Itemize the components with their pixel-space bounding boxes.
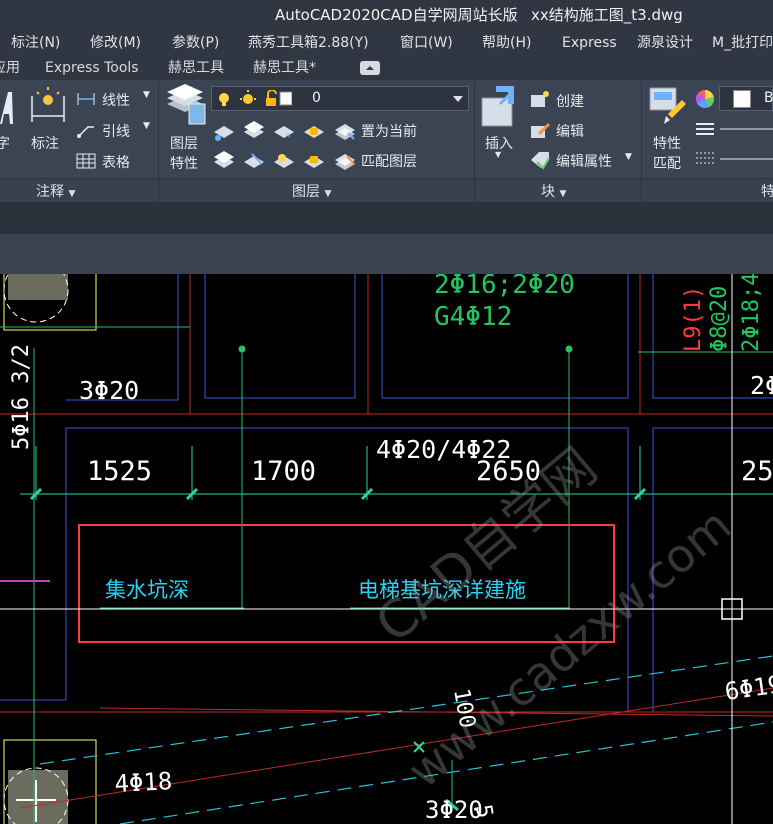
tab-hesi-tools-2[interactable]: 赫思工具* (253, 56, 316, 80)
layer-panel-title[interactable]: 图层 ▼ (292, 181, 331, 201)
linear-dimension-button[interactable]: 线性 (102, 90, 130, 110)
rebar-text: 4Φ18 (114, 767, 173, 798)
table-icon (76, 153, 96, 169)
edit-attributes-button[interactable]: 编辑属性 (556, 151, 612, 171)
dashed-line (39, 655, 773, 765)
linear-dimension-icon (77, 93, 95, 105)
properties-panel-title[interactable]: 特 (761, 181, 773, 201)
ribbon-footer (0, 178, 773, 203)
rebar-text-vertical: 5Φ16 3/2 (9, 344, 34, 450)
tab-apps[interactable]: 应用 (0, 56, 20, 80)
menu-dimension[interactable]: 标注(N) (11, 30, 60, 56)
file-title: xx结构施工图_t3.dwg (531, 6, 683, 24)
menu-help[interactable]: 帮助(H) (482, 30, 531, 56)
set-current-icon (335, 124, 355, 140)
pit-depth-text: 集水坑深 (105, 578, 189, 602)
edit-attributes-icon (531, 152, 550, 170)
title-bar: AutoCAD2020CAD自学网周站长版 xx结构施工图_t3.dwg (0, 0, 773, 30)
ribbon-tab-bar: 应用 Express Tools 赫思工具 赫思工具* (0, 56, 773, 81)
color-wheel-icon[interactable] (694, 88, 716, 110)
layer-properties-label-1[interactable]: 图层 (170, 133, 198, 153)
table-button[interactable]: 表格 (102, 152, 130, 172)
set-current-button[interactable]: 置为当前 (361, 121, 417, 141)
rebar-text: 2Φ18;4 (739, 274, 764, 352)
dimension-text: 252 (741, 456, 773, 487)
tab-express-tools[interactable]: Express Tools (45, 56, 139, 80)
dimension-label[interactable]: 标注 (31, 133, 59, 153)
color-swatch (733, 90, 751, 108)
dimension-text: 1525 (87, 456, 152, 487)
layer-properties-icon[interactable] (165, 84, 207, 128)
app-title: AutoCAD2020CAD自学网周站长版 (275, 6, 518, 24)
tab-toggle-icon[interactable] (360, 61, 380, 75)
rebar-text: G4Φ12 (434, 302, 512, 332)
rebar-text: 3Φ20 (79, 376, 139, 405)
match-layer-icon (335, 154, 355, 170)
panel-separator (474, 82, 475, 202)
linetype-lineweight-icons[interactable] (694, 120, 773, 170)
edit-block-button[interactable]: 编辑 (556, 121, 584, 141)
menu-batch-plot[interactable]: M_批打印 (712, 30, 773, 56)
block-panel-title[interactable]: 块 ▼ (541, 181, 566, 201)
rebar-text: 2Φ (750, 371, 773, 400)
linear-dropdown-icon[interactable]: ▼ (143, 90, 150, 100)
menu-parametric[interactable]: 参数(P) (172, 30, 219, 56)
match-layer-button[interactable]: 匹配图层 (361, 151, 417, 171)
color-combo[interactable]: B (719, 86, 773, 111)
panel-separator (641, 82, 642, 202)
leader-dropdown-icon[interactable]: ▼ (143, 121, 150, 131)
rebar-text: 2Φ16;2Φ20 (434, 274, 575, 300)
drawing-canvas[interactable]: 2Φ16;2Φ20 G4Φ12 L9(1) Φ8@20 2Φ18;4 5Φ16 … (0, 274, 773, 824)
menu-yanxiu[interactable]: 燕秀工具箱2.88(Y) (248, 30, 369, 56)
create-block-icon (531, 91, 549, 107)
column-fill (8, 274, 68, 300)
stirrup-text: Φ8@20 (707, 286, 732, 352)
match-properties-label-2[interactable]: 匹配 (653, 153, 681, 173)
text-tool-icon[interactable] (0, 88, 14, 126)
tab-hesi-tools[interactable]: 赫思工具 (168, 56, 224, 80)
layer-tool-icons[interactable]: * (212, 118, 330, 178)
edit-attributes-dropdown-icon[interactable]: ▼ (625, 152, 632, 162)
match-properties-label-1[interactable]: 特性 (653, 133, 681, 153)
menu-yuanquan[interactable]: 源泉设计 (637, 30, 693, 56)
color-value: B (764, 90, 773, 106)
drawing-svg: 2Φ16;2Φ20 G4Φ12 L9(1) Φ8@20 2Φ18;4 5Φ16 … (0, 274, 773, 824)
edit-block-icon (531, 122, 551, 138)
annotation-panel-title[interactable]: 注释 ▼ (36, 181, 75, 201)
svg-text:*: * (286, 132, 291, 143)
insert-block-icon[interactable] (480, 84, 522, 130)
text-tool-label[interactable]: 字 (0, 133, 10, 153)
panel-separator (158, 82, 159, 202)
leader-dot (565, 345, 573, 353)
layer-state-icons (219, 90, 292, 106)
layer-combo[interactable]: 0 (211, 86, 469, 111)
layer-combo-arrow-icon[interactable] (453, 96, 463, 102)
dimension-icon[interactable] (28, 86, 68, 126)
beam-outline (204, 274, 356, 399)
file-tabs-bar (0, 234, 773, 274)
current-layer-name: 0 (312, 90, 321, 106)
leader-button[interactable]: 引线 (102, 121, 130, 141)
beam-label: L9(1) (681, 286, 706, 352)
menu-express[interactable]: Express (562, 30, 617, 56)
menu-modify[interactable]: 修改(M) (90, 30, 141, 56)
insert-dropdown-icon[interactable]: ▼ (495, 150, 501, 159)
menu-window[interactable]: 窗口(W) (400, 30, 453, 56)
create-block-button[interactable]: 创建 (556, 91, 584, 111)
leader-dot (238, 345, 246, 353)
layer-properties-label-2[interactable]: 特性 (170, 153, 198, 173)
leader-icon (77, 126, 94, 138)
ribbon-gap (0, 202, 773, 234)
menu-bar: 标注(N) 修改(M) 参数(P) 燕秀工具箱2.88(Y) 窗口(W) 帮助(… (0, 30, 773, 56)
column-fill (8, 770, 68, 824)
dimension-text: 1700 (251, 456, 316, 487)
match-properties-icon[interactable] (648, 86, 688, 130)
rebar-text: 6Φ19 (723, 670, 773, 706)
